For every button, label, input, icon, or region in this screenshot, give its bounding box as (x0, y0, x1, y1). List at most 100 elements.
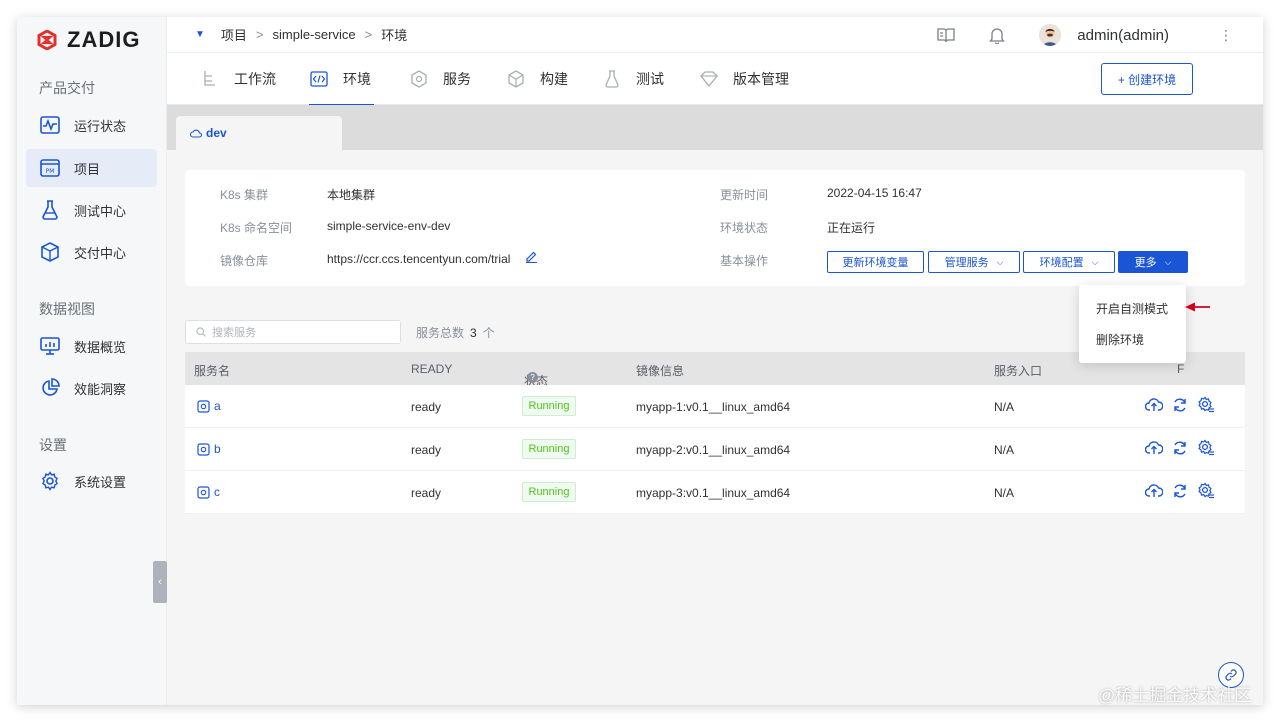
sidebar-item-project[interactable]: PM 项目 (26, 149, 157, 187)
col-image: 镜像信息 (636, 364, 685, 378)
sidebar-section-delivery: 产品交付 (39, 80, 95, 96)
diamond-icon (700, 70, 718, 88)
project-icon: PM (39, 157, 61, 179)
row-actions (1145, 396, 1215, 414)
tab-workflow[interactable]: 工作流 (201, 53, 276, 105)
updated-value: 2022-04-15 16:47 (827, 186, 922, 200)
service-icon (197, 442, 210, 456)
env-tab-dev[interactable]: dev (176, 116, 342, 150)
settings-gear-icon[interactable] (1197, 439, 1215, 457)
sidebar-item-label: 运行状态 (74, 118, 127, 134)
breadcrumb-separator: > (255, 27, 264, 42)
tab-label: 测试 (636, 71, 664, 87)
updated-label: 更新时间 (720, 188, 769, 202)
tab-version-management[interactable]: 版本管理 (700, 53, 789, 105)
sidebar-item-data-overview[interactable]: 数据概览 (26, 327, 157, 365)
user-name[interactable]: admin(admin) (1077, 27, 1169, 44)
cluster-label: K8s 集群 (220, 188, 269, 202)
refresh-icon[interactable] (1171, 439, 1189, 457)
sidebar-item-test-center[interactable]: 测试中心 (26, 191, 157, 229)
manage-services-button[interactable]: 管理服务 ⌵ (928, 251, 1020, 273)
sidebar-item-label: 系统设置 (74, 474, 127, 490)
more-button[interactable]: 更多 ⌵ (1118, 251, 1188, 273)
namespace-label: K8s 命名空间 (220, 221, 293, 235)
tab-label: 服务 (443, 71, 471, 87)
caret-down-icon[interactable]: ▼ (195, 29, 205, 40)
refresh-icon[interactable] (1171, 396, 1189, 414)
tab-label: 版本管理 (733, 71, 789, 87)
env-status-value: 正在运行 (827, 221, 876, 235)
row-actions (1145, 482, 1215, 500)
env-config-button[interactable]: 环境配置 ⌵ (1023, 251, 1115, 273)
sidebar-item-system-settings[interactable]: 系统设置 (26, 462, 157, 500)
upload-cloud-icon[interactable] (1145, 439, 1163, 457)
more-dropdown-menu: 开启自测模式 删除环境 (1079, 285, 1186, 363)
settings-gear-icon[interactable] (1197, 482, 1215, 500)
button-label: 管理服务 (944, 257, 989, 269)
sidebar: ZADIG 产品交付 运行状态 PM 项目 测试中心 交付中心 数据视图 数据概… (17, 17, 167, 705)
service-link[interactable]: c (197, 485, 220, 499)
service-count-label: 服务总数 (416, 326, 465, 340)
menu-item-delete-environment[interactable]: 删除环境 (1096, 331, 1144, 348)
upload-cloud-icon[interactable] (1145, 482, 1163, 500)
zadig-logo-icon (37, 30, 57, 50)
breadcrumb-current: 环境 (381, 28, 408, 43)
button-label: 更多 (1134, 257, 1157, 269)
sidebar-item-efficiency-insight[interactable]: 效能洞察 (26, 369, 157, 407)
project-tabs: 工作流 环境 服务 构建 测试 版本管理 + 创建环境 (167, 53, 1263, 106)
service-link[interactable]: b (197, 442, 221, 456)
brand-logo[interactable]: ZADIG (37, 27, 141, 52)
environment-tab-strip: dev (167, 105, 1263, 150)
sidebar-item-runtime-status[interactable]: 运行状态 (26, 106, 157, 144)
avatar[interactable] (1039, 24, 1062, 46)
help-icon[interactable]: ? (527, 372, 538, 383)
create-environment-button[interactable]: + 创建环境 (1101, 63, 1193, 95)
tab-service[interactable]: 服务 (410, 53, 471, 105)
image-cell: myapp-1:v0.1__linux_amd64 (636, 400, 791, 414)
breadcrumb-projects[interactable]: 项目 (221, 25, 247, 44)
settings-gear-icon[interactable] (1197, 396, 1215, 414)
tab-test[interactable]: 测试 (603, 53, 664, 105)
table-row: a ready Running myapp-1:v0.1__linux_amd6… (185, 385, 1245, 428)
sidebar-item-label: 数据概览 (74, 339, 127, 355)
env-status-label: 环境状态 (720, 221, 769, 235)
brand-name: ZADIG (67, 27, 141, 52)
image-cell: myapp-2:v0.1__linux_amd64 (636, 443, 791, 457)
refresh-icon[interactable] (1171, 482, 1189, 500)
entry-cell: N/A (994, 400, 1015, 414)
chevron-down-icon: ⌵ (996, 256, 1004, 267)
app-window: ZADIG 产品交付 运行状态 PM 项目 测试中心 交付中心 数据视图 数据概… (17, 17, 1263, 705)
upload-cloud-icon[interactable] (1145, 396, 1163, 414)
button-label: 环境配置 (1039, 257, 1084, 269)
col-ready: READY (411, 362, 453, 376)
sidebar-item-delivery-center[interactable]: 交付中心 (26, 233, 157, 271)
ready-cell: ready (411, 443, 442, 457)
bell-icon[interactable] (989, 26, 1006, 44)
service-name: b (214, 442, 221, 456)
flask-icon (39, 199, 61, 221)
edit-pencil-icon[interactable] (525, 250, 538, 266)
status-badge: Running (522, 482, 576, 502)
dashboard-icon (39, 335, 61, 357)
service-link[interactable]: a (197, 399, 221, 413)
entry-cell: N/A (994, 443, 1015, 457)
code-icon (310, 70, 328, 88)
breadcrumb-project[interactable]: simple-service (273, 27, 356, 42)
tab-build[interactable]: 构建 (507, 53, 568, 105)
cube-icon (507, 70, 525, 88)
service-count-value: 3 (470, 326, 477, 340)
red-arrow-annotation-icon (1185, 302, 1210, 312)
sidebar-collapse-button[interactable]: ‹ (153, 561, 167, 603)
update-env-vars-button[interactable]: 更新环境变量 (827, 251, 924, 273)
sidebar-item-label: 效能洞察 (74, 381, 127, 397)
breadcrumb-separator: > (364, 27, 373, 42)
services-table: 服务名 READY 状态(3/3) ? 镜像信息 服务入口 F a ready (185, 352, 1245, 514)
pie-chart-icon (39, 377, 61, 399)
book-icon[interactable] (937, 27, 955, 43)
search-placeholder: 搜索服务 (212, 327, 256, 339)
more-vertical-icon[interactable]: ⋮ (1219, 28, 1233, 42)
row-actions (1145, 439, 1215, 457)
menu-item-enable-self-test[interactable]: 开启自测模式 (1096, 300, 1168, 317)
search-service-input[interactable]: 搜索服务 (185, 320, 401, 344)
tab-environment[interactable]: 环境 (309, 53, 374, 106)
